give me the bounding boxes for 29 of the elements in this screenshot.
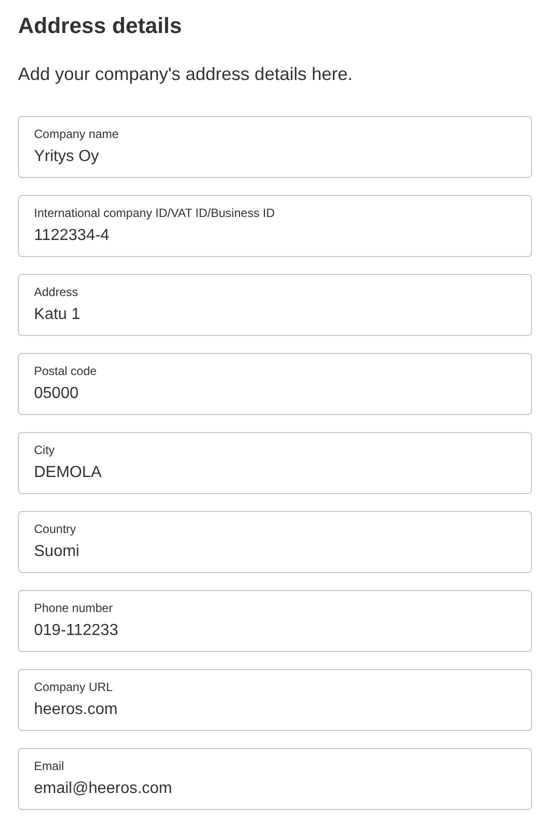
- field-label: Email: [34, 758, 64, 774]
- field-value[interactable]: Yritys Oy: [34, 146, 516, 168]
- text-field[interactable]: International company ID/VAT ID/Business ID 1122334-4: [18, 195, 532, 257]
- field-value[interactable]: 05000: [34, 383, 516, 405]
- field-label: Address: [34, 284, 78, 300]
- field-label: Company URL: [34, 679, 113, 695]
- field-label: International company ID/VAT ID/Business ID: [34, 205, 275, 221]
- text-field[interactable]: Company URL heeros.com: [18, 669, 532, 731]
- text-field[interactable]: Postal code 05000: [18, 353, 532, 415]
- text-field[interactable]: Email email@heeros.com: [18, 748, 532, 810]
- field-value[interactable]: heeros.com: [34, 699, 516, 721]
- field-value[interactable]: 1122334-4: [34, 225, 516, 247]
- page-subtitle: Add your company's address details here.: [18, 63, 353, 86]
- text-field[interactable]: City DEMOLA: [18, 432, 532, 494]
- field-value[interactable]: Katu 1: [34, 304, 516, 326]
- text-field[interactable]: Address Katu 1: [18, 274, 532, 336]
- text-field[interactable]: Country Suomi: [18, 511, 532, 573]
- field-value[interactable]: email@heeros.com: [34, 778, 516, 800]
- field-label: Phone number: [34, 600, 113, 616]
- text-field[interactable]: Company name Yritys Oy: [18, 116, 532, 178]
- field-value[interactable]: Suomi: [34, 541, 516, 563]
- page-title: Address details: [18, 12, 182, 40]
- field-label: City: [34, 442, 55, 458]
- field-label: Company name: [34, 126, 119, 142]
- field-label: Postal code: [34, 363, 97, 379]
- field-label: Country: [34, 521, 76, 537]
- field-value[interactable]: 019-112233: [34, 620, 516, 642]
- field-value[interactable]: DEMOLA: [34, 462, 516, 484]
- text-field[interactable]: Phone number 019-112233: [18, 590, 532, 652]
